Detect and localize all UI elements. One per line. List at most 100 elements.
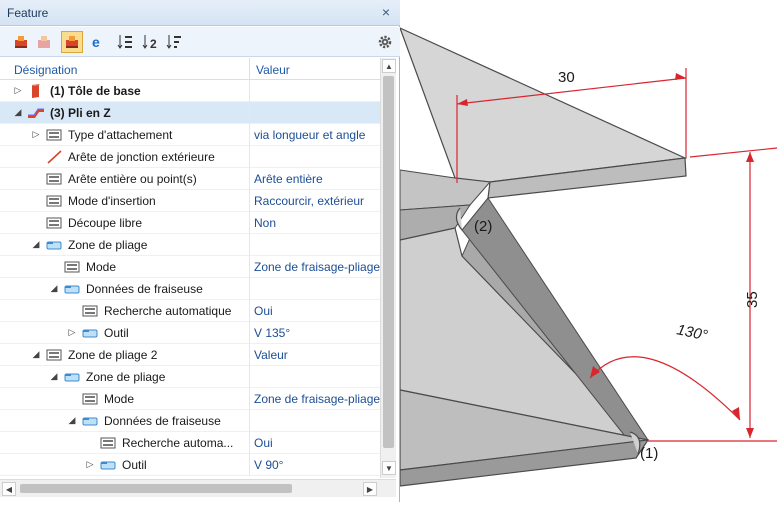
dimension-angle: 130°: [675, 321, 709, 344]
tree-row[interactable]: ▷ (1) Tôle de base: [0, 80, 380, 102]
tree-row[interactable]: ▷ Type d'attachement via longueur et angle: [0, 124, 380, 146]
row-label: Recherche automatique: [104, 304, 232, 318]
tree-row[interactable]: Découpe libre Non: [0, 212, 380, 234]
folder-icon: [46, 238, 62, 252]
param-icon: [46, 194, 62, 208]
feature-active-icon[interactable]: [61, 31, 83, 53]
sort-3-icon[interactable]: [163, 31, 185, 53]
panel-title: Feature: [7, 6, 49, 20]
scroll-left-icon[interactable]: ◀: [2, 482, 16, 496]
expand-icon[interactable]: ▷: [30, 128, 42, 140]
collapse-icon[interactable]: ◢: [30, 348, 42, 360]
scroll-up-icon[interactable]: ▲: [382, 59, 396, 73]
3d-viewport[interactable]: 30 35 130° (1) (2): [398, 0, 777, 502]
row-label: Arête de jonction extérieure: [68, 150, 215, 164]
row-value[interactable]: Zone de fraisage-pliage: [254, 392, 380, 406]
cell-divider: [249, 366, 250, 388]
feature-tree-grid: Désignation Valeur ▷ (1) Tôle de base ◢ (3)…: [0, 58, 380, 476]
expand-icon[interactable]: ▷: [12, 84, 24, 96]
dimension-35: 35: [744, 291, 761, 308]
cell-divider: [249, 190, 250, 212]
dimension-30: 30: [558, 69, 575, 86]
row-label: Mode: [86, 260, 117, 274]
cell-divider: [249, 234, 250, 256]
collapse-icon[interactable]: ◢: [48, 282, 60, 294]
tree-row[interactable]: Recherche automa... Oui: [0, 432, 380, 454]
param-icon: [46, 172, 62, 186]
row-value[interactable]: Zone de fraisage-pliage: [254, 260, 380, 274]
tree-row[interactable]: ▷ Outil V 135°: [0, 322, 380, 344]
tree-row[interactable]: Recherche automatique Oui: [0, 300, 380, 322]
column-header-designation[interactable]: Désignation: [14, 63, 77, 77]
row-label: Arête entière ou point(s): [68, 172, 197, 186]
scroll-right-icon[interactable]: ▶: [363, 482, 377, 496]
sort-2-icon[interactable]: 2: [139, 31, 161, 53]
cell-divider: [249, 80, 250, 102]
top-flange-face: [398, 26, 688, 183]
row-value[interactable]: V 90°: [254, 458, 380, 472]
row-value[interactable]: V 135°: [254, 326, 380, 340]
tree-row[interactable]: Arête de jonction extérieure: [0, 146, 380, 168]
gear-icon[interactable]: [374, 31, 396, 53]
expand-icon[interactable]: ▷: [66, 326, 78, 338]
edge-e-icon[interactable]: e: [86, 31, 108, 53]
row-label: Zone de pliage: [68, 238, 148, 252]
tree-row[interactable]: ◢ (3) Pli en Z: [0, 102, 380, 124]
cell-divider: [249, 168, 250, 190]
feature-gray-icon[interactable]: [33, 31, 55, 53]
scroll-down-icon[interactable]: ▼: [382, 461, 396, 475]
collapse-icon[interactable]: ◢: [12, 106, 24, 118]
collapse-icon[interactable]: ◢: [48, 370, 60, 382]
cell-divider: [249, 388, 250, 410]
expand-icon[interactable]: ▷: [84, 458, 96, 470]
param-icon: [82, 304, 98, 318]
row-label: Type d'attachement: [68, 128, 173, 142]
tree-row[interactable]: Mode Zone de fraisage-pliage: [0, 256, 380, 278]
close-icon[interactable]: ×: [378, 4, 394, 20]
tree-row[interactable]: ◢ Zone de pliage: [0, 234, 380, 256]
param-icon: [46, 128, 62, 142]
horizontal-scroll-thumb[interactable]: [20, 484, 292, 493]
column-divider[interactable]: [249, 58, 250, 80]
row-value[interactable]: via longueur et angle: [254, 128, 380, 142]
row-value[interactable]: Raccourcir, extérieur: [254, 194, 380, 208]
row-value[interactable]: Non: [254, 216, 380, 230]
collapse-icon[interactable]: ◢: [30, 238, 42, 250]
vertical-scroll-thumb[interactable]: [383, 76, 394, 448]
panel-titlebar: Feature ×: [0, 0, 400, 26]
collapse-icon[interactable]: ◢: [66, 414, 78, 426]
row-value[interactable]: Valeur: [254, 348, 380, 362]
row-label: Zone de pliage 2: [68, 348, 158, 362]
tree-row[interactable]: Arête entière ou point(s) Arête entière: [0, 168, 380, 190]
panel-toolbar: e 2: [0, 27, 400, 57]
sort-tree-icon[interactable]: [114, 31, 136, 53]
vertical-scrollbar[interactable]: ▲ ▼: [380, 58, 396, 478]
tree-row[interactable]: Mode Zone de fraisage-pliage: [0, 388, 380, 410]
column-header-value[interactable]: Valeur: [256, 63, 290, 77]
tree-row[interactable]: Mode d'insertion Raccourcir, extérieur: [0, 190, 380, 212]
param-icon: [46, 348, 62, 362]
row-label: Mode d'insertion: [68, 194, 156, 208]
row-value[interactable]: Oui: [254, 436, 380, 450]
tree-row[interactable]: ◢ Données de fraiseuse: [0, 410, 380, 432]
row-label: Données de fraiseuse: [104, 414, 221, 428]
folder-icon: [82, 414, 98, 428]
row-label: Zone de pliage: [86, 370, 166, 384]
sheet-metal-model: 30 35 130° (1) (2): [398, 26, 777, 487]
tree-row[interactable]: ◢ Zone de pliage: [0, 366, 380, 388]
tree-row[interactable]: ◢ Zone de pliage 2 Valeur: [0, 344, 380, 366]
row-label: Données de fraiseuse: [86, 282, 203, 296]
svg-text:2: 2: [150, 37, 157, 51]
zbend-icon: [28, 106, 44, 120]
edge-line-icon: [46, 150, 62, 164]
row-value[interactable]: Arête entière: [254, 172, 380, 186]
row-value[interactable]: Oui: [254, 304, 380, 318]
tree-row[interactable]: ◢ Données de fraiseuse: [0, 278, 380, 300]
tree-row[interactable]: ▷ Outil V 90°: [0, 454, 380, 476]
bend-label-2: (2): [474, 218, 492, 235]
cell-divider: [249, 454, 250, 476]
row-label: (3) Pli en Z: [50, 106, 111, 120]
feature-red-icon[interactable]: [10, 31, 32, 53]
horizontal-scrollbar[interactable]: ◀ ▶: [0, 479, 396, 497]
cell-divider: [249, 124, 250, 146]
